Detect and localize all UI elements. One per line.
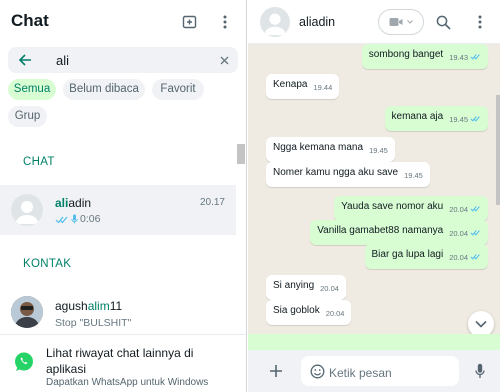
double-check-icon [55,215,69,224]
message-incoming[interactable]: Ngga kemana mana 19.45 [266,137,395,162]
compose-bar: Ketik pesan [248,350,500,392]
chat-list-panel: Chat ali Semua Belum dibaca Favorit Grup… [0,0,247,392]
chat-time: 20.17 [199,197,225,208]
voice-duration: 0:06 [80,213,101,225]
contact-name: agushalim11 [55,299,123,313]
microphone-icon [71,214,78,224]
chat-list-header: Chat [0,0,246,44]
message-outgoing[interactable]: kemana aja 19.45 [384,106,488,131]
plus-icon[interactable] [268,363,284,379]
avatar [11,194,43,226]
avatar[interactable] [260,7,290,37]
avatar [11,296,43,328]
message-list: sombong banget 19.43 Kenapa 19.44 kemana a… [248,44,500,338]
message-outgoing[interactable]: Vanilla gamabet88 namanya 20.04 [310,220,488,245]
conversation-panel: aliadin sombong banget 19.43 Kenapa 19.44 … [248,0,500,392]
video-call-button[interactable] [378,9,424,35]
double-check-icon [470,115,481,122]
section-heading-contacts: KONTAK [23,258,72,270]
scrollbar-thumb[interactable] [237,144,245,164]
microphone-icon[interactable] [473,362,487,380]
filter-chip-all[interactable]: Semua [8,79,56,100]
chat-list-title: Chat [11,11,49,30]
menu-dots-icon[interactable] [473,13,487,31]
message-outgoing[interactable]: sombong banget 19.43 [361,44,488,69]
emoji-icon[interactable] [309,363,325,379]
video-camera-icon [389,17,403,27]
menu-dots-icon[interactable] [218,13,232,31]
section-heading-chat: CHAT [23,156,55,168]
chat-name: aliadin [55,196,92,210]
new-chat-icon[interactable] [181,13,199,31]
chevron-down-icon [475,320,487,328]
message-incoming[interactable]: Kenapa 19.44 [266,74,340,99]
message-input[interactable]: Ketik pesan [329,366,392,380]
double-check-icon [470,53,481,60]
promo-subtitle: Dapatkan WhatsApp untuk Windows [46,377,209,388]
message-incoming[interactable]: Sia goblok 20.04 [266,300,352,325]
filter-chip-unread[interactable]: Belum dibaca [63,79,145,100]
message-incoming[interactable]: Si anying 20.04 [266,275,346,300]
chevron-down-icon [407,20,413,24]
chat-preview: 0:06 [55,213,100,225]
conversation-header[interactable]: aliadin [248,0,500,44]
filter-chip-favorites[interactable]: Favorit [152,79,204,100]
partial-message-outgoing [248,334,500,350]
contact-list-item[interactable]: agushalim11 Stop "BULSHIT" [0,290,236,334]
conversation-contact-name: aliadin [299,15,336,29]
close-icon[interactable] [217,53,231,67]
message-outgoing[interactable]: Yauda save nomor aku 20.04 [334,196,488,221]
promo-title: Lihat riwayat chat lainnya di aplikasi [46,346,194,376]
double-check-icon [470,229,481,236]
search-input[interactable]: ali [56,53,69,68]
double-check-icon [470,205,481,212]
message-incoming[interactable]: Nomer kamu ngga aku save 19.45 [266,162,430,187]
back-arrow-icon[interactable] [17,52,33,68]
filter-chip-groups[interactable]: Grup [8,106,47,127]
search-icon[interactable] [434,13,452,31]
contact-status: Stop "BULSHIT" [55,317,132,329]
double-check-icon [470,253,481,260]
search-bar[interactable]: ali [8,47,238,73]
chat-list-item[interactable]: aliadin 20.17 0:06 [0,185,236,235]
whatsapp-logo-icon [13,351,35,373]
download-promo[interactable]: Lihat riwayat chat lainnya di aplikasi D… [0,334,246,392]
scrollbar-thumb[interactable] [496,95,500,205]
message-outgoing[interactable]: Biar ga lupa lagi 20.04 [364,244,488,269]
